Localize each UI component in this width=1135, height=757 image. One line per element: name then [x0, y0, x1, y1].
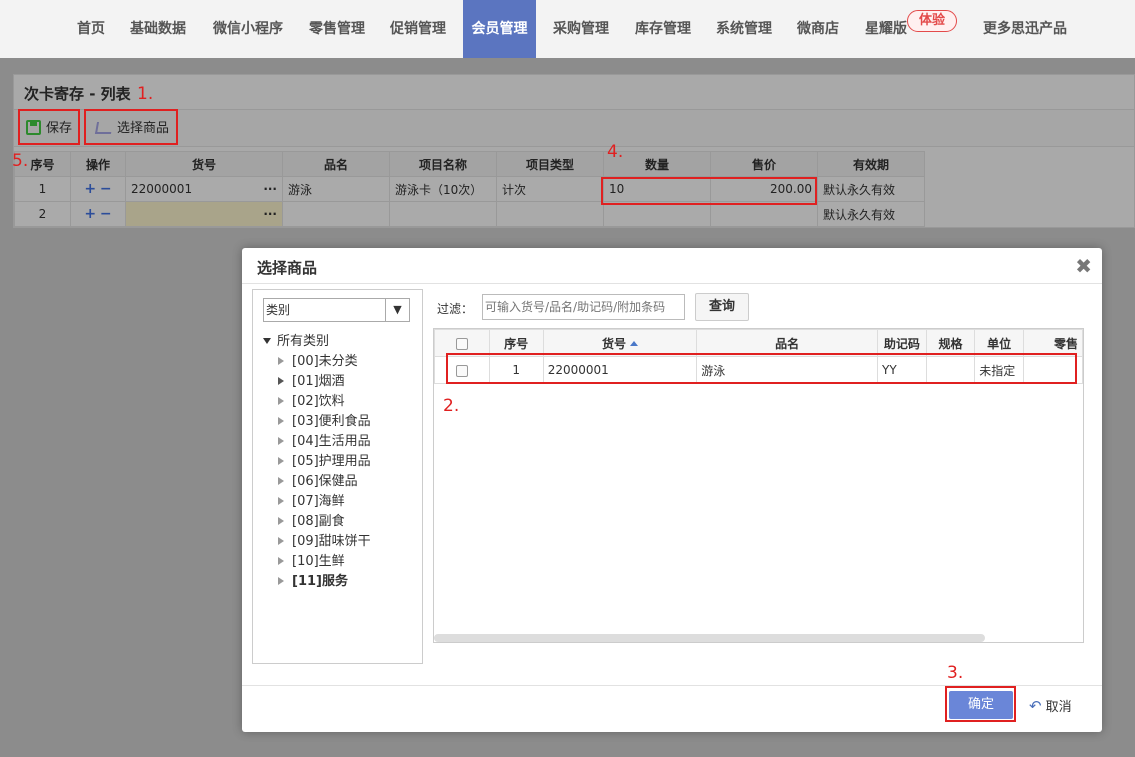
tree-node-selected[interactable]: [11]服务 — [263, 572, 371, 592]
collapsed-icon[interactable] — [278, 477, 284, 485]
tree-root[interactable]: 所有类别 — [263, 332, 371, 352]
col-validity[interactable]: 有效期 — [817, 151, 925, 177]
lookup-button[interactable]: ··· — [263, 182, 277, 196]
filter-input[interactable] — [482, 294, 685, 320]
grid-header: 序号 操作 货号 品名 项目名称 项目类型 数量 售价 有效期 — [14, 151, 925, 177]
tree-node[interactable]: [05]护理用品 — [263, 452, 371, 472]
tree-node[interactable]: [02]饮料 — [263, 392, 371, 412]
col-action: 操作 — [70, 151, 126, 177]
nav-promotion[interactable]: 促销管理 — [384, 0, 452, 58]
nav-retail[interactable]: 零售管理 — [303, 0, 371, 58]
collapsed-icon[interactable] — [278, 557, 284, 565]
collapsed-icon[interactable] — [278, 417, 284, 425]
tree-node[interactable]: [09]甜味饼干 — [263, 532, 371, 552]
nav-system[interactable]: 系统管理 — [710, 0, 778, 58]
row-name: 游泳 — [282, 176, 390, 202]
row-no: 2 — [14, 201, 71, 227]
collapsed-icon[interactable] — [278, 437, 284, 445]
nav-inventory[interactable]: 库存管理 — [629, 0, 697, 58]
close-icon[interactable]: ✖ — [1075, 254, 1092, 278]
annotation-box-qty-price — [601, 177, 817, 205]
add-row-icon[interactable]: + — [84, 181, 96, 197]
remove-row-icon[interactable]: − — [100, 206, 112, 222]
row-actions: + − — [70, 176, 126, 202]
collapsed-icon[interactable] — [278, 517, 284, 525]
annotation-box-save — [18, 109, 80, 145]
tree-node[interactable]: [01]烟酒 — [263, 372, 371, 392]
top-nav: 首页 基础数据 微信小程序 零售管理 促销管理 会员管理 采购管理 库存管理 系… — [0, 0, 1135, 58]
sort-asc-icon[interactable] — [629, 340, 638, 346]
remove-row-icon[interactable]: − — [100, 181, 112, 197]
tree-node[interactable]: [06]保健品 — [263, 472, 371, 492]
select-goods-dialog: 选择商品 ✖ 类别 ▼ 所有类别 [00]未分类 [01]烟酒 [02]饮料 [… — [242, 248, 1102, 732]
annotation-label-2: 2. — [443, 396, 460, 416]
row-actions: + − — [70, 201, 126, 227]
trial-badge: 体验 — [907, 10, 957, 32]
nav-purchase[interactable]: 采购管理 — [547, 0, 615, 58]
table-row: 2 + − ··· 默认永久有效 — [14, 201, 925, 227]
row-code-cell[interactable]: ··· — [125, 201, 283, 227]
filter-label: 过滤： — [437, 302, 474, 316]
page-title: 次卡寄存 - 列表 — [24, 85, 131, 103]
col-code[interactable]: 货号 — [125, 151, 283, 177]
row-validity[interactable]: 默认永久有效 — [817, 176, 925, 202]
annotation-label-3: 3. — [947, 663, 964, 683]
collapsed-icon[interactable] — [278, 537, 284, 545]
tree-node[interactable]: [07]海鲜 — [263, 492, 371, 512]
undo-icon: ↶ — [1029, 697, 1042, 715]
toolbar: 保存 选择商品 — [14, 109, 1134, 147]
nav-member[interactable]: 会员管理 — [463, 0, 536, 58]
dialog-divider — [242, 283, 1102, 284]
row-item-name[interactable]: 游泳卡（10次） — [389, 176, 497, 202]
row-qty[interactable] — [603, 201, 711, 227]
row-item-type: 计次 — [496, 176, 604, 202]
row-name — [282, 201, 390, 227]
nav-wechat-miniprogram[interactable]: 微信小程序 — [206, 0, 290, 58]
category-select[interactable]: 类别 ▼ — [263, 298, 410, 322]
annotation-box-select — [84, 109, 178, 145]
col-name[interactable]: 品名 — [282, 151, 390, 177]
tree-node[interactable]: [04]生活用品 — [263, 432, 371, 452]
col-item-name[interactable]: 项目名称 — [389, 151, 497, 177]
annotation-label-4: 4. — [607, 142, 624, 162]
row-no: 1 — [14, 176, 71, 202]
collapsed-icon[interactable] — [278, 497, 284, 505]
tree-node[interactable]: [00]未分类 — [263, 352, 371, 372]
tree-node[interactable]: [03]便利食品 — [263, 412, 371, 432]
nav-star-edition[interactable]: 星耀版 — [860, 0, 912, 58]
collapsed-icon[interactable] — [278, 377, 284, 385]
add-row-icon[interactable]: + — [84, 206, 96, 222]
tree-node[interactable]: [08]副食 — [263, 512, 371, 532]
nav-basic-data[interactable]: 基础数据 — [124, 0, 192, 58]
col-item-type[interactable]: 项目类型 — [496, 151, 604, 177]
dialog-title: 选择商品 — [257, 259, 318, 277]
annotation-label-5: 5. — [12, 151, 29, 171]
annotation-box-confirm — [945, 686, 1016, 722]
annotation-box-goods-row — [446, 353, 1077, 384]
nav-more-products[interactable]: 更多思迅产品 — [976, 0, 1074, 58]
nav-micro-store[interactable]: 微商店 — [792, 0, 844, 58]
category-pane: 类别 ▼ 所有类别 [00]未分类 [01]烟酒 [02]饮料 [03]便利食品… — [252, 289, 423, 664]
collapsed-icon[interactable] — [278, 357, 284, 365]
row-item-name[interactable] — [389, 201, 497, 227]
tree-node[interactable]: [10]生鲜 — [263, 552, 371, 572]
row-code-cell[interactable]: 22000001 ··· — [125, 176, 283, 202]
collapsed-icon[interactable] — [278, 577, 284, 585]
row-price[interactable] — [710, 201, 818, 227]
main-panel: 次卡寄存 - 列表 保存 选择商品 序号 操作 货号 品名 项目名称 项目类型 … — [13, 74, 1135, 228]
annotation-label-1: 1. — [137, 84, 154, 104]
cancel-button[interactable]: ↶ 取消 — [1029, 696, 1072, 715]
row-validity[interactable]: 默认永久有效 — [817, 201, 925, 227]
col-price[interactable]: 售价 — [710, 151, 818, 177]
chevron-down-icon[interactable]: ▼ — [385, 299, 409, 321]
lookup-button[interactable]: ··· — [263, 207, 277, 221]
collapsed-icon[interactable] — [278, 397, 284, 405]
nav-home[interactable]: 首页 — [72, 0, 110, 58]
horizontal-scrollbar[interactable] — [434, 634, 985, 642]
query-button[interactable]: 查询 — [695, 293, 749, 321]
row-item-type — [496, 201, 604, 227]
category-tree: 所有类别 [00]未分类 [01]烟酒 [02]饮料 [03]便利食品 [04]… — [263, 332, 371, 592]
expanded-icon[interactable] — [263, 338, 271, 344]
collapsed-icon[interactable] — [278, 457, 284, 465]
